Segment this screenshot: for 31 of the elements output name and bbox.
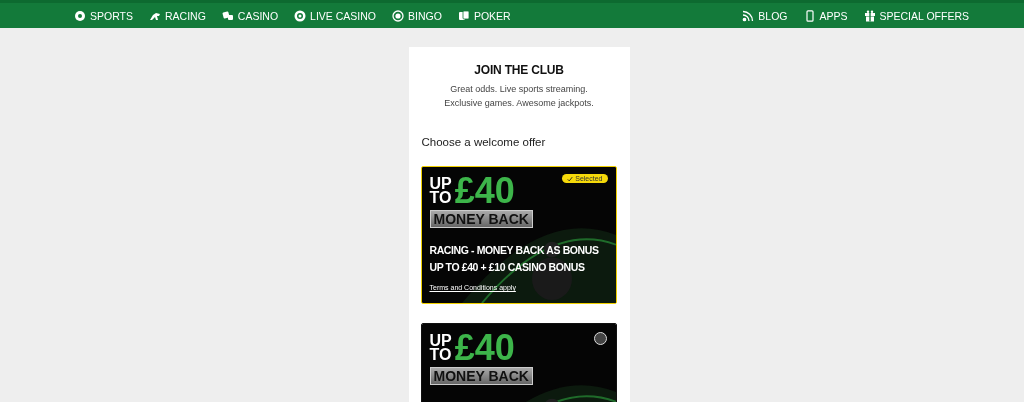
promo-text: TO (429, 348, 452, 362)
promo-tag: MONEY BACK (429, 367, 533, 385)
nav-link[interactable]: LIVE CASINO (294, 9, 377, 22)
chip-icon (294, 9, 307, 22)
offer-headline: RACING - MONEY BACK AS BONUS (429, 243, 599, 258)
nav-link[interactable]: RACING (149, 9, 206, 22)
tagline: Great odds. Live sports streaming. (449, 83, 589, 96)
promo-text: UP (429, 177, 452, 191)
nav-link[interactable]: SPORTS (74, 9, 133, 22)
promo-text: UP (429, 334, 452, 348)
nav-link[interactable]: SPECIAL OFFERS (863, 9, 969, 22)
check-icon (567, 175, 574, 182)
target-icon (392, 9, 405, 22)
nav-link[interactable]: CASINO (221, 9, 279, 22)
nav-link[interactable]: POKER (457, 9, 511, 22)
dice-icon (221, 9, 234, 22)
nav-link[interactable]: APPS (803, 9, 848, 22)
promo-amount: £40 (454, 175, 515, 207)
phone-icon (803, 9, 816, 22)
gift-icon (863, 9, 876, 22)
offers-heading: Choose a welcome offer (421, 136, 547, 148)
offer-headline: UP TO £40 + £10 CASINO BONUS (429, 260, 585, 275)
cards-icon (457, 9, 470, 22)
nav-link[interactable]: BLOG (742, 9, 788, 22)
nav-link[interactable]: BINGO (392, 9, 442, 22)
join-title: JOIN THE CLUB (473, 63, 565, 77)
promo-text: TO (429, 191, 452, 205)
rss-icon (742, 9, 755, 22)
tagline: Exclusive games. Awesome jackpots. (443, 97, 595, 110)
promo-amount: £40 (454, 332, 515, 364)
promo-tag: MONEY BACK (429, 210, 533, 228)
